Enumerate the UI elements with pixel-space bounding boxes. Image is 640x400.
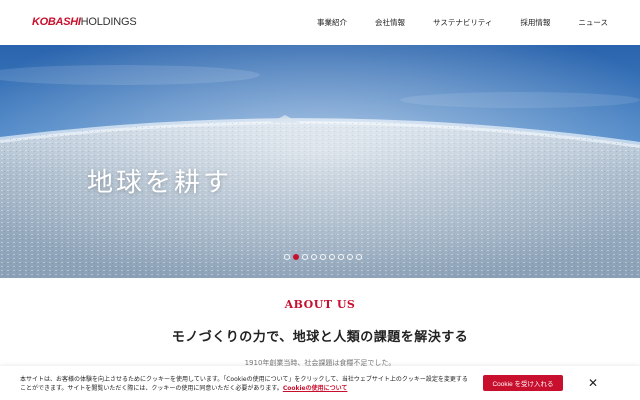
cookie-banner: 本サイトは、お客様の体験を向上させるためにクッキーを使用しています。「Cooki…	[0, 366, 640, 400]
accept-cookies-button[interactable]: Cookie を受け入れる	[483, 375, 563, 391]
slider-dot[interactable]	[320, 254, 326, 260]
main-nav: 事業紹介 会社情報 サステナビリティ 採用情報 ニュース	[289, 17, 608, 28]
nav-item-news[interactable]: ニュース	[578, 17, 608, 28]
site-header: KOBASHI HOLDINGS 事業紹介 会社情報 サステナビリティ 採用情報…	[0, 0, 640, 45]
nav-item-company[interactable]: 会社情報	[375, 17, 405, 28]
slider-pagination	[284, 254, 362, 260]
slider-dot[interactable]	[338, 254, 344, 260]
slider-dot[interactable]	[311, 254, 317, 260]
nav-item-business[interactable]: 事業紹介	[317, 17, 347, 28]
nav-item-recruit[interactable]: 採用情報	[520, 17, 550, 28]
slider-dot[interactable]	[356, 254, 362, 260]
logo-thin-text: HOLDINGS	[80, 16, 137, 28]
slider-dot-active[interactable]	[293, 254, 299, 260]
close-icon[interactable]: ✕	[586, 375, 600, 391]
about-subheading: モノづくりの力で、地球と人類の課題を解決する	[171, 330, 469, 345]
slider-dot[interactable]	[329, 254, 335, 260]
cookie-message-text: 本サイトは、お客様の体験を向上させるためにクッキーを使用しています。「Cooki…	[20, 376, 468, 392]
hero-title: 地球を耕す	[87, 168, 233, 198]
slider-dot[interactable]	[347, 254, 353, 260]
cookie-message: 本サイトは、お客様の体験を向上させるためにクッキーを使用しています。「Cooki…	[20, 375, 470, 393]
nav-item-sustainability[interactable]: サステナビリティ	[433, 17, 492, 28]
about-heading: ABOUT US	[284, 298, 356, 311]
kobashi-logo[interactable]: KOBASHI HOLDINGS	[32, 16, 137, 28]
slider-dot[interactable]	[284, 254, 290, 260]
hero-slider: 地球を耕す	[0, 45, 640, 278]
slider-dot[interactable]	[302, 254, 308, 260]
logo-bold-text: KOBASHI	[32, 16, 81, 28]
cookie-policy-link[interactable]: Cookieの使用について	[283, 385, 348, 392]
